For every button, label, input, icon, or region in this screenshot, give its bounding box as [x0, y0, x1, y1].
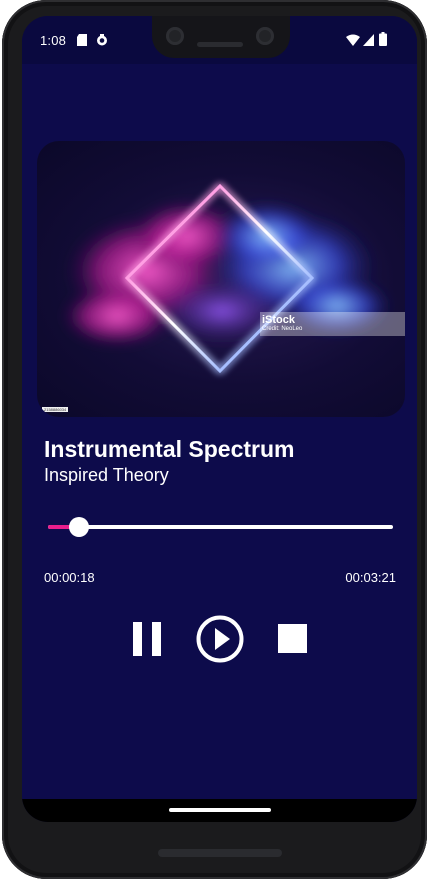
track-title: Instrumental Spectrum — [44, 436, 295, 462]
elapsed-time: 00:00:18 — [44, 570, 95, 585]
image-id-tag: 2158886034 — [42, 407, 69, 412]
wifi-icon — [346, 33, 360, 51]
sd-card-icon — [77, 33, 88, 51]
watermark-credit: Credit: NeoLeo — [262, 326, 303, 332]
front-camera-left — [166, 27, 184, 45]
system-nav-bar — [22, 799, 417, 822]
cellular-signal-icon — [363, 33, 374, 51]
watermark-brand: iStock — [262, 314, 296, 326]
neon-artwork-image — [62, 183, 392, 374]
sync-icon — [96, 33, 108, 51]
app-screen: 1:08 iStock Credit: NeoLeo 2158886034 In… — [22, 16, 417, 822]
track-artist: Inspired Theory — [44, 465, 169, 485]
camera-notch — [152, 16, 290, 58]
seek-bar[interactable] — [48, 514, 393, 540]
home-gesture-handle[interactable] — [169, 808, 271, 812]
earpiece-speaker — [197, 42, 243, 47]
front-camera-right — [256, 27, 274, 45]
album-art: iStock Credit: NeoLeo 2158886034 — [37, 141, 405, 417]
play-button[interactable] — [195, 614, 245, 664]
phone-frame: 1:08 iStock Credit: NeoLeo 2158886034 In… — [2, 0, 427, 879]
stop-button[interactable] — [267, 614, 317, 664]
seek-track[interactable] — [48, 525, 393, 529]
seek-thumb[interactable] — [69, 517, 89, 537]
total-time: 00:03:21 — [345, 570, 396, 585]
battery-icon — [379, 32, 387, 51]
pause-icon — [133, 622, 161, 656]
status-time: 1:08 — [40, 33, 67, 48]
bottom-speaker-grille — [158, 849, 282, 857]
stop-icon — [278, 624, 307, 653]
pause-button[interactable] — [123, 614, 173, 664]
stock-watermark: iStock Credit: NeoLeo — [260, 312, 405, 336]
play-circle-icon — [196, 615, 244, 663]
